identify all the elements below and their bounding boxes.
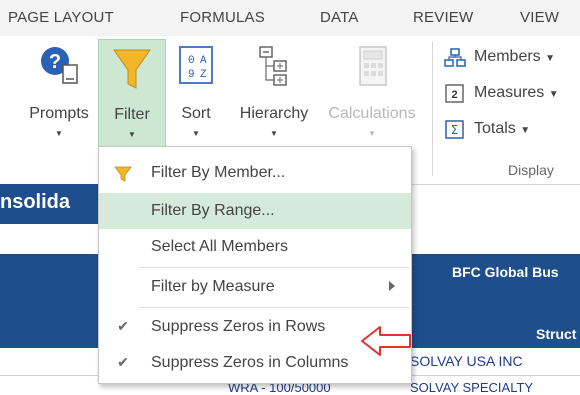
filter-funnel-icon: [114, 166, 132, 182]
tab-formulas[interactable]: FORMULAS: [180, 9, 265, 26]
hierarchy-label: Hierarchy: [239, 105, 309, 122]
hierarchy-button[interactable]: Hierarchy ▼: [228, 39, 320, 159]
sheet-title-text: nsolida: [0, 191, 71, 213]
prompts-button[interactable]: ? Prompts ▼: [20, 39, 98, 159]
sigma-icon: Σ: [445, 120, 464, 139]
tab-page-layout[interactable]: PAGE LAYOUT: [8, 9, 114, 26]
calculations-dropdown-arrow: ▼: [368, 129, 376, 138]
menu-item-label: Select All Members: [151, 238, 288, 255]
sort-dropdown-arrow: ▼: [192, 129, 200, 138]
sort-button[interactable]: 0 9 A Z Sort ▼: [168, 39, 224, 159]
filter-label: Filter: [114, 106, 150, 123]
svg-text:2: 2: [451, 89, 457, 101]
filter-funnel-icon: [113, 49, 151, 89]
prompts-icon: ?: [41, 47, 78, 84]
menu-item-filter-by-measure[interactable]: Filter by Measure: [99, 269, 411, 305]
menu-separator: [139, 307, 409, 308]
svg-text:0: 0: [188, 55, 195, 67]
menu-separator: [139, 267, 409, 268]
menu-item-label: Filter By Member...: [151, 164, 286, 181]
sort-label: Sort: [181, 105, 211, 122]
menu-item-label: Suppress Zeros in Columns: [151, 354, 349, 371]
ribbon-group-divider: [432, 42, 433, 176]
menu-item-filter-by-range[interactable]: Filter By Range...: [99, 193, 411, 229]
sort-icon: 0 9 A Z: [179, 46, 213, 84]
svg-text:A: A: [200, 55, 207, 67]
svg-text:?: ?: [49, 51, 61, 73]
measures-icon: 2: [445, 84, 464, 103]
data-cell-row1[interactable]: SOLVAY USA INC: [410, 353, 523, 369]
hierarchy-dropdown-arrow: ▼: [270, 129, 278, 138]
svg-text:Σ: Σ: [451, 123, 459, 137]
filter-dropdown-arrow: ▼: [128, 130, 136, 139]
menu-item-filter-by-member[interactable]: Filter By Member...: [99, 155, 411, 191]
tab-view[interactable]: VIEW: [520, 9, 559, 26]
checkmark-icon: ✔: [117, 354, 129, 370]
menu-item-label: Filter by Measure: [151, 278, 275, 295]
menu-item-label: Suppress Zeros in Rows: [151, 318, 326, 335]
calculator-icon: [359, 46, 387, 86]
ribbon-tabs: PAGE LAYOUT FORMULAS DATA REVIEW VIEW: [0, 0, 580, 36]
prompts-dropdown-arrow: ▼: [55, 129, 63, 138]
members-label: Members: [474, 48, 541, 65]
checkmark-icon: ✔: [117, 318, 129, 334]
svg-text:Z: Z: [200, 69, 207, 81]
tab-data[interactable]: DATA: [320, 9, 359, 26]
display-group-label: Display: [508, 162, 554, 178]
data-cell-row2-right[interactable]: SOLVAY SPECIALTY: [410, 380, 533, 395]
members-icon: [444, 48, 466, 67]
svg-text:9: 9: [188, 69, 195, 81]
hierarchy-icon: [259, 46, 287, 86]
header-cell-bfc: BFC Global Bus: [452, 264, 559, 280]
totals-label: Totals: [474, 120, 516, 137]
filter-button[interactable]: Filter ▼: [98, 39, 166, 161]
submenu-arrow-icon: [389, 281, 395, 291]
header-cell-struct: Struct: [536, 326, 577, 342]
prompts-label: Prompts: [29, 105, 89, 122]
calculations-label: Calculations: [328, 105, 416, 122]
calculations-button[interactable]: Calculations ▼: [320, 39, 424, 159]
menu-item-label: Filter By Range...: [151, 202, 275, 219]
tab-review[interactable]: REVIEW: [413, 9, 473, 26]
menu-item-select-all-members[interactable]: Select All Members: [99, 229, 411, 265]
measures-label: Measures: [474, 84, 545, 101]
annotation-arrow-icon: [361, 326, 411, 356]
